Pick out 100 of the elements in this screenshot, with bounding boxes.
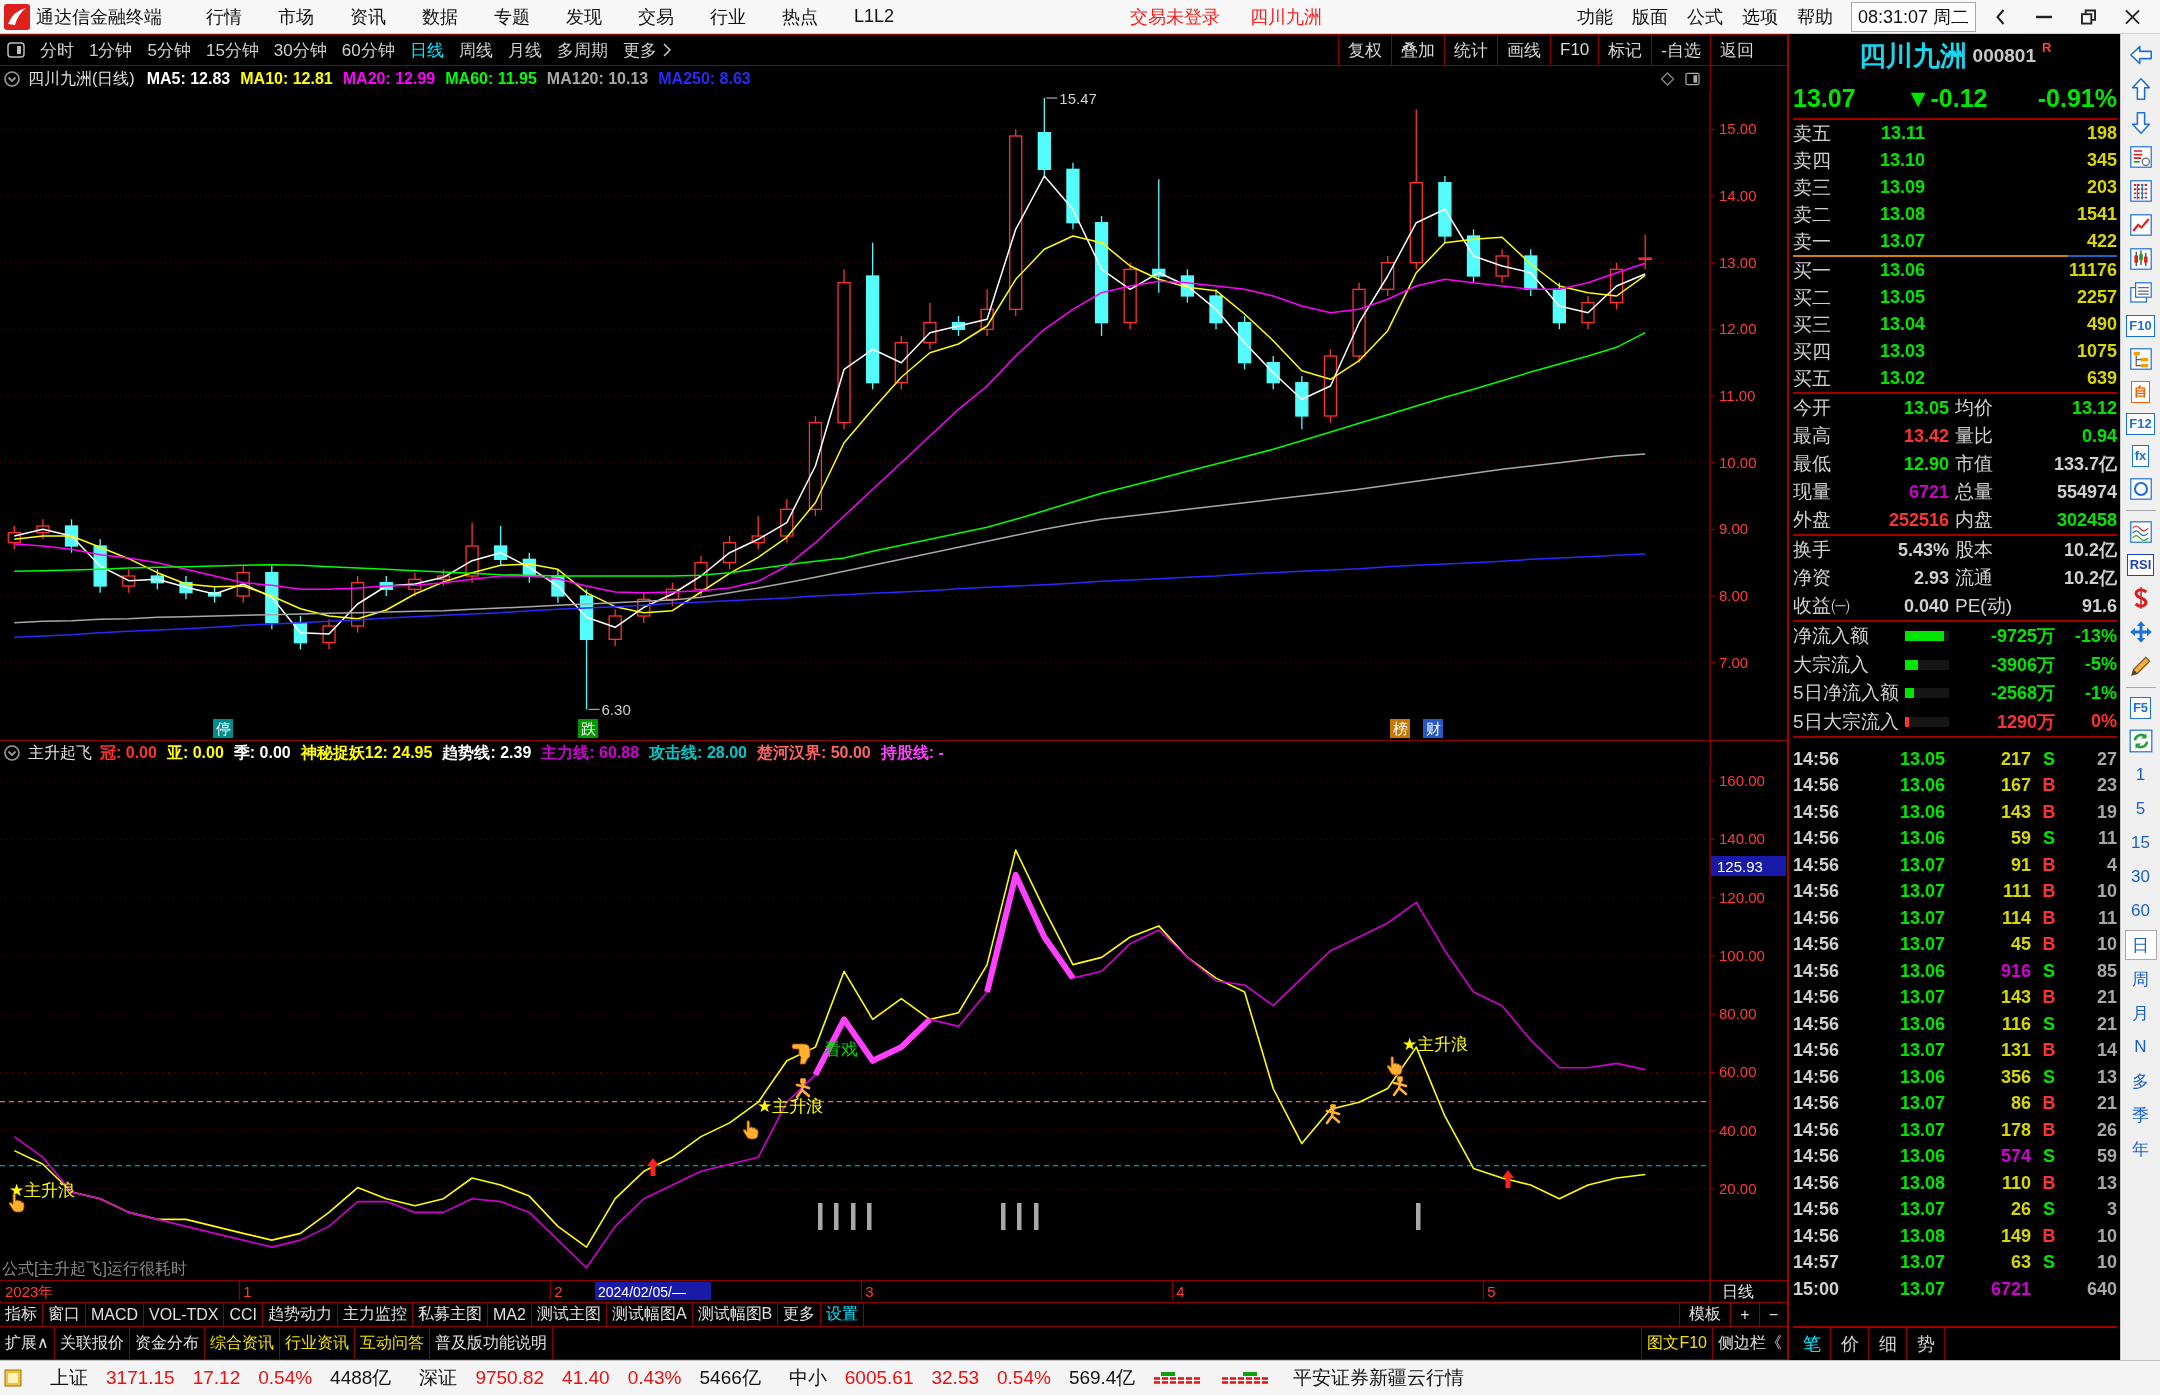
info-tab[interactable]: 扩展∧ bbox=[0, 1327, 55, 1359]
windows-icon[interactable] bbox=[2128, 281, 2153, 305]
period-tab[interactable]: 周线 bbox=[458, 38, 493, 62]
toolbar-tag-button[interactable]: F5 bbox=[2129, 697, 2152, 719]
info-tab[interactable]: 资金分布 bbox=[129, 1327, 205, 1359]
table-icon[interactable] bbox=[2128, 179, 2153, 203]
event-tag[interactable]: 财 bbox=[1423, 719, 1443, 738]
toolbar-button[interactable]: F10 bbox=[1550, 35, 1599, 65]
indicator-tab[interactable]: CCI bbox=[224, 1303, 263, 1326]
menu-item[interactable]: 资讯 bbox=[350, 4, 386, 29]
period-button[interactable]: 60 bbox=[2124, 896, 2157, 926]
menu-item[interactable]: L1L2 bbox=[854, 4, 895, 29]
period-button[interactable]: 日 bbox=[2124, 930, 2157, 960]
dropdown-icon[interactable] bbox=[4, 745, 20, 761]
toolbar-button[interactable]: -自选 bbox=[1651, 35, 1710, 65]
period-tab[interactable]: 日线 bbox=[409, 38, 444, 62]
period-tab[interactable]: 更多 bbox=[622, 38, 671, 62]
indicator-tab[interactable]: 窗口 bbox=[43, 1303, 86, 1326]
toolbar-button[interactable]: 统计 bbox=[1444, 35, 1498, 65]
refresh-icon[interactable] bbox=[2128, 729, 2153, 753]
index-name[interactable]: 上证 bbox=[50, 1365, 88, 1391]
event-tag[interactable]: 跌 bbox=[578, 719, 598, 738]
period-button[interactable]: 月 bbox=[2124, 998, 2157, 1028]
info-tab[interactable]: 图文F10 bbox=[1641, 1327, 1712, 1359]
menu-item[interactable]: 交易 bbox=[638, 4, 674, 29]
menu-item[interactable]: 行情 bbox=[206, 4, 242, 29]
period-button[interactable]: 季 bbox=[2124, 1100, 2157, 1130]
indicator-tab[interactable]: 设置 bbox=[821, 1303, 865, 1326]
indicator-tab[interactable]: 趋势动力 bbox=[263, 1303, 338, 1326]
login-status[interactable]: 交易未登录 bbox=[1130, 4, 1221, 29]
indicator-tab[interactable]: 测试幅图A bbox=[606, 1303, 693, 1326]
move-icon[interactable] bbox=[2128, 620, 2153, 644]
menu-item[interactable]: 热点 bbox=[782, 4, 818, 29]
info-tab[interactable]: 侧边栏《 bbox=[1712, 1327, 1787, 1359]
pencil-icon[interactable] bbox=[2128, 654, 2153, 678]
indicator-tab[interactable]: MA2 bbox=[488, 1303, 532, 1326]
period-button[interactable]: 1 bbox=[2124, 760, 2157, 790]
candlestick-icon[interactable] bbox=[2128, 247, 2153, 271]
panel-toggle-icon[interactable] bbox=[1685, 72, 1700, 86]
info-tab[interactable]: 互动问答 bbox=[354, 1327, 430, 1359]
toolbar-button[interactable]: 画线 bbox=[1497, 35, 1551, 65]
toolbar-button[interactable]: 标记 bbox=[1598, 35, 1652, 65]
line-chart-icon[interactable] bbox=[2128, 213, 2153, 237]
toolbar-tag-button[interactable]: fx bbox=[2131, 445, 2150, 467]
toolbar-button[interactable]: 返回 bbox=[1710, 35, 1763, 65]
info-tab[interactable]: 关联报价 bbox=[54, 1327, 130, 1359]
menu-item[interactable]: 功能 bbox=[1576, 4, 1613, 29]
period-tab[interactable]: 月线 bbox=[507, 38, 542, 62]
toolbar-tag-button[interactable]: RSI bbox=[2126, 554, 2155, 576]
menu-item[interactable]: 公式 bbox=[1686, 4, 1723, 29]
wave-chart-icon[interactable] bbox=[2128, 520, 2153, 544]
indicator-tab[interactable]: 私募主图 bbox=[413, 1303, 488, 1326]
indicator-tab[interactable]: 主力监控 bbox=[338, 1303, 413, 1326]
period-button[interactable]: 多 bbox=[2124, 1066, 2157, 1096]
tree-icon[interactable] bbox=[2128, 347, 2153, 371]
event-tag[interactable]: 停 bbox=[213, 719, 233, 738]
menu-item[interactable]: 行业 bbox=[710, 4, 746, 29]
menu-item[interactable]: 帮助 bbox=[1796, 4, 1833, 29]
period-button[interactable]: N bbox=[2124, 1032, 2157, 1062]
period-button[interactable]: 周 bbox=[2124, 964, 2157, 994]
menu-item[interactable]: 数据 bbox=[422, 4, 458, 29]
toolbar-tag-button[interactable]: F10 bbox=[2126, 315, 2155, 337]
menu-item[interactable]: 版面 bbox=[1631, 4, 1668, 29]
menu-item[interactable]: 市场 bbox=[278, 4, 314, 29]
indicator-tab[interactable]: VOL-TDX bbox=[144, 1303, 225, 1326]
period-tab[interactable]: 30分钟 bbox=[273, 38, 327, 62]
period-tab[interactable]: 1分钟 bbox=[89, 38, 133, 62]
indicator-tab[interactable]: 指标 bbox=[0, 1303, 43, 1326]
period-button[interactable]: 年 bbox=[2124, 1134, 2157, 1164]
menu-item[interactable]: 发现 bbox=[566, 4, 602, 29]
menu-item[interactable]: 专题 bbox=[494, 4, 530, 29]
template-button[interactable]: − bbox=[1758, 1303, 1787, 1326]
info-tab[interactable]: 行业资讯 bbox=[279, 1327, 355, 1359]
period-tab[interactable]: 5分钟 bbox=[147, 38, 191, 62]
index-name[interactable]: 中小 bbox=[788, 1365, 827, 1391]
template-button[interactable]: + bbox=[1730, 1303, 1759, 1326]
report-icon[interactable] bbox=[2128, 145, 2153, 169]
toolbar-button[interactable]: 复权 bbox=[1338, 35, 1392, 65]
period-button[interactable]: 30 bbox=[2124, 862, 2157, 892]
toolbar-tag-button[interactable]: F12 bbox=[2126, 413, 2155, 435]
index-name[interactable]: 深证 bbox=[419, 1365, 458, 1391]
period-tab[interactable]: 60分钟 bbox=[341, 38, 395, 62]
period-button[interactable]: 15 bbox=[2124, 828, 2157, 858]
period-tab[interactable]: 分时 bbox=[40, 38, 74, 62]
indicator-tab[interactable]: 更多 bbox=[778, 1303, 822, 1326]
info-tab[interactable]: 普及版功能说明 bbox=[429, 1327, 553, 1359]
diamond-icon[interactable] bbox=[1660, 72, 1675, 86]
indicator-tab[interactable]: 测试主图 bbox=[531, 1303, 607, 1326]
period-tab[interactable]: 15分钟 bbox=[205, 38, 259, 62]
indicator-tab[interactable]: 测试幅图B bbox=[692, 1303, 779, 1326]
info-tab[interactable]: 综合资讯 bbox=[204, 1327, 280, 1359]
template-button[interactable]: 模板 bbox=[1679, 1303, 1731, 1326]
menu-item[interactable]: 选项 bbox=[1741, 4, 1778, 29]
left-arrow-icon[interactable] bbox=[2128, 43, 2153, 67]
period-button[interactable]: 5 bbox=[2124, 794, 2157, 824]
period-tab[interactable]: 多周期 bbox=[556, 38, 608, 62]
dropdown-icon[interactable] bbox=[4, 71, 20, 87]
indicator-tab[interactable]: MACD bbox=[86, 1303, 145, 1326]
toolbar-button[interactable]: 叠加 bbox=[1391, 35, 1445, 65]
sidebar-toggle-icon[interactable] bbox=[7, 42, 25, 58]
